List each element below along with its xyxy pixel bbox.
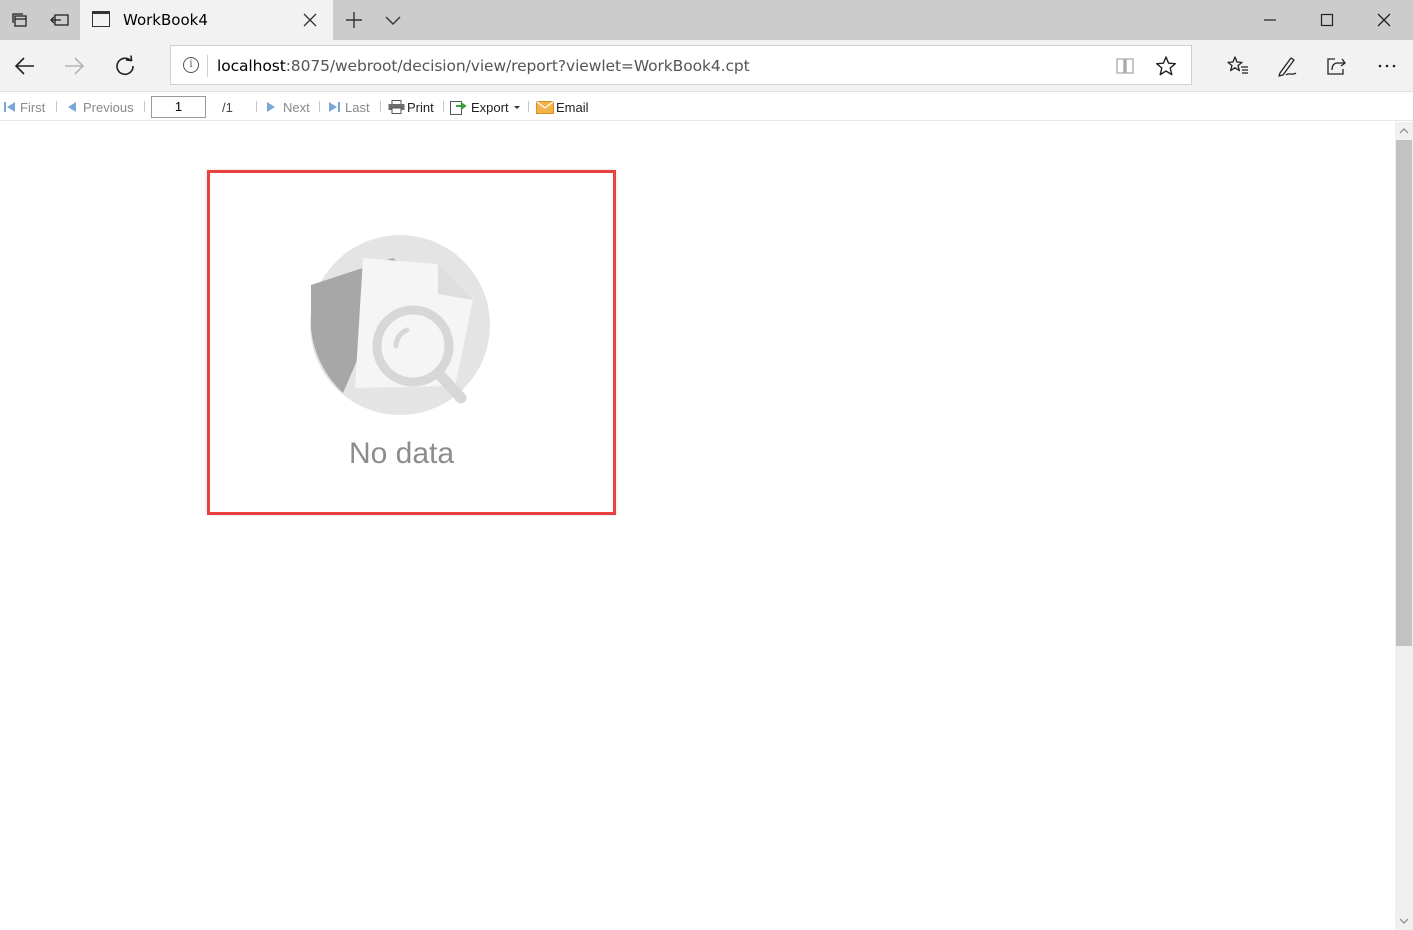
toolbar-divider [56,101,57,112]
email-label: Email [556,99,589,115]
set-tabs-aside-icon [50,14,69,26]
arrow-right-icon [65,57,85,75]
reading-view-button[interactable] [1112,54,1138,78]
export-button[interactable]: Export [450,99,522,115]
tab-preview-button[interactable] [373,0,413,40]
more-icon [1378,64,1396,68]
minimize-button[interactable] [1241,0,1298,40]
first-label: First [20,99,46,115]
star-icon [1156,56,1176,76]
tab-manager-icon [12,13,27,27]
chevron-down-icon [385,16,401,25]
scroll-up-button[interactable] [1395,122,1413,140]
favorites-list-icon [1227,56,1248,74]
address-divider [207,55,208,77]
last-label: Last [345,99,370,115]
vertical-scrollbar[interactable] [1395,122,1413,930]
export-label: Export [471,99,509,115]
previous-label: Previous [83,99,134,115]
last-page-icon [329,102,340,112]
title-bar: WorkBook4 [0,0,1413,40]
plus-icon [346,12,362,28]
set-tabs-aside-button[interactable] [40,0,80,40]
more-button[interactable] [1364,43,1410,89]
first-page-icon [4,102,15,112]
toolbar-divider [528,101,529,112]
url-path: :8075/webroot/decision/view/report?viewl… [285,57,750,75]
scroll-down-button[interactable] [1395,912,1413,930]
report-content: No data [0,122,1395,930]
maximize-icon [1320,13,1333,27]
new-tab-button[interactable] [334,0,374,40]
print-button[interactable]: Print [388,99,434,115]
toolbar-divider [144,101,145,112]
page-total: /1 [222,99,233,115]
back-button[interactable] [2,43,48,89]
url-host: localhost [217,57,286,75]
address-bar[interactable]: i localhost:8075/webroot/decision/view/r… [170,45,1192,85]
refresh-button[interactable] [102,43,148,89]
next-label: Next [283,99,310,115]
no-data-message: No data [348,437,455,470]
scrollbar-thumb[interactable] [1396,140,1412,646]
refresh-icon [116,55,134,76]
web-note-button[interactable] [1264,43,1310,89]
previous-page-button[interactable]: Previous [66,99,134,115]
report-toolbar: First Previous 1 /1 Next Last Print Expo… [0,91,1413,121]
pen-icon [1278,57,1297,77]
email-button[interactable]: Email [536,99,589,115]
printer-icon [388,100,405,114]
active-tab[interactable]: WorkBook4 [80,0,333,40]
address-url[interactable]: localhost:8075/webroot/decision/view/rep… [217,57,750,75]
toolbar-divider [443,101,444,112]
tab-close-button[interactable] [300,10,320,30]
previous-page-icon [68,102,76,112]
book-icon [1116,58,1134,74]
envelope-icon [536,100,554,114]
export-icon [450,101,467,115]
toolbar-divider [256,101,257,112]
next-page-button[interactable]: Next [265,99,310,115]
chevron-up-icon [1399,128,1409,134]
arrow-left-icon [14,57,34,75]
caret-down-icon [513,106,520,109]
print-label: Print [407,99,434,115]
browser-window: WorkBook4 i localhost:8075/webroot/decis… [0,0,1413,930]
last-page-button[interactable]: Last [327,99,370,115]
close-icon [303,13,317,27]
no-data-illustration-icon [310,235,490,415]
close-window-button[interactable] [1355,0,1412,40]
minimize-icon [1263,19,1276,21]
close-icon [1377,13,1390,27]
chevron-down-icon [1399,918,1409,924]
page-number-input[interactable]: 1 [151,96,206,118]
tab-title: WorkBook4 [123,11,208,29]
favorites-hub-button[interactable] [1215,43,1261,89]
share-button[interactable] [1313,43,1359,89]
share-icon [1327,58,1346,75]
next-page-icon [267,102,275,112]
tab-manager-button[interactable] [0,0,40,40]
first-page-button[interactable]: First [3,99,45,115]
page-icon [92,11,110,27]
add-favorite-button[interactable] [1153,54,1179,78]
no-data-panel: No data [207,170,616,515]
maximize-button[interactable] [1298,0,1355,40]
forward-button[interactable] [51,43,97,89]
navigation-bar: i localhost:8075/webroot/decision/view/r… [0,40,1413,91]
toolbar-divider [380,101,381,112]
info-icon[interactable]: i [183,57,199,73]
toolbar-divider [319,101,320,112]
